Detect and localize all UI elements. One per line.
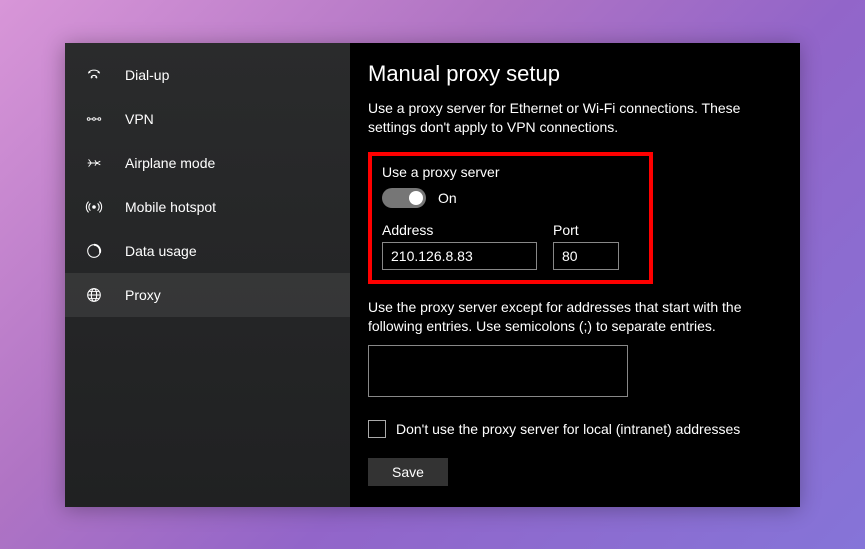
use-proxy-toggle[interactable] [382,188,426,208]
use-proxy-state-text: On [438,190,457,206]
sidebar-item-label: Proxy [125,287,161,303]
sidebar-item-label: Dial-up [125,67,169,83]
sidebar-item-hotspot[interactable]: Mobile hotspot [65,185,350,229]
use-proxy-toggle-row: On [382,188,639,208]
address-label: Address [382,222,537,238]
local-bypass-row: Don't use the proxy server for local (in… [368,420,782,438]
sidebar: Dial-up VPN Airplane mode Mobile hotspot [65,43,350,507]
sidebar-item-label: VPN [125,111,154,127]
proxy-description: Use a proxy server for Ethernet or Wi-Fi… [368,99,782,138]
settings-window: Dial-up VPN Airplane mode Mobile hotspot [65,43,800,507]
save-button[interactable]: Save [368,458,448,486]
page-title: Manual proxy setup [368,61,782,87]
sidebar-item-dialup[interactable]: Dial-up [65,53,350,97]
hotspot-icon [83,196,105,218]
sidebar-item-label: Airplane mode [125,155,215,171]
sidebar-item-label: Data usage [125,243,197,259]
port-label: Port [553,222,619,238]
sidebar-item-vpn[interactable]: VPN [65,97,350,141]
local-bypass-checkbox[interactable] [368,420,386,438]
exceptions-input[interactable] [368,345,628,397]
dialup-icon [83,64,105,86]
address-input[interactable] [382,242,537,270]
sidebar-item-airplane[interactable]: Airplane mode [65,141,350,185]
airplane-icon [83,152,105,174]
proxy-fields-row: Address Port [382,222,639,270]
datausage-icon [83,240,105,262]
sidebar-item-proxy[interactable]: Proxy [65,273,350,317]
proxy-highlight-box: Use a proxy server On Address Port [368,152,653,284]
use-proxy-label: Use a proxy server [382,164,639,180]
exceptions-description: Use the proxy server except for addresse… [368,298,782,337]
port-field-group: Port [553,222,619,270]
sidebar-item-label: Mobile hotspot [125,199,216,215]
port-input[interactable] [553,242,619,270]
proxy-icon [83,284,105,306]
content-pane: Manual proxy setup Use a proxy server fo… [350,43,800,507]
sidebar-item-datausage[interactable]: Data usage [65,229,350,273]
local-bypass-label: Don't use the proxy server for local (in… [396,421,740,437]
vpn-icon [83,108,105,130]
address-field-group: Address [382,222,537,270]
